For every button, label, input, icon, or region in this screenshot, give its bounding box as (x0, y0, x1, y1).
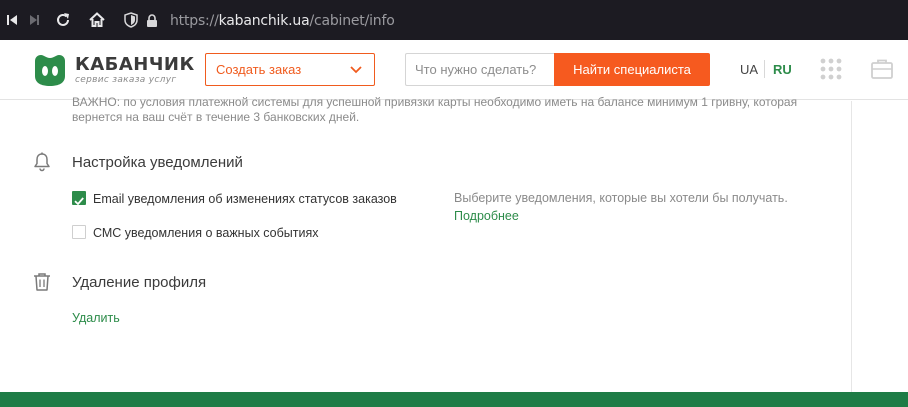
lock-icon[interactable] (146, 13, 158, 32)
logo-tagline: сервис заказа услуг (75, 74, 177, 85)
logo[interactable]: КАБАНЧИК сервис заказа услуг (32, 52, 195, 88)
card-binding-notice: ВАЖНО: по условия платежной системы для … (72, 95, 798, 124)
reload-icon[interactable] (53, 10, 73, 30)
url-text[interactable]: https://kabanchik.ua/cabinet/info (170, 13, 395, 29)
checkmark-icon (74, 197, 84, 206)
url-path: /cabinet/info (309, 13, 395, 29)
footer-bar (0, 392, 908, 407)
search-input[interactable] (405, 53, 555, 86)
logo-name: КАБАНЧИК (75, 53, 195, 75)
forward-icon[interactable] (24, 10, 44, 30)
notifications-hint: Выберите уведомления, которые вы хотели … (454, 191, 788, 205)
home-icon[interactable] (87, 10, 107, 30)
delete-profile-link[interactable]: Удалить (72, 311, 120, 325)
bell-icon (34, 152, 50, 172)
trash-icon (34, 273, 50, 291)
email-notifications-checkbox[interactable] (72, 191, 86, 206)
briefcase-icon[interactable] (870, 57, 894, 81)
url-host: kabanchik.ua (218, 13, 310, 29)
create-order-label: Создать заказ (216, 62, 302, 77)
lang-ua-link[interactable]: UA (740, 62, 758, 77)
site-header: КАБАНЧИК сервис заказа услуг Создать зак… (0, 40, 908, 100)
lang-divider (764, 60, 765, 78)
profile-settings-panel: ВАЖНО: по условия платежной системы для … (0, 95, 852, 392)
chevron-down-icon (350, 66, 362, 74)
create-order-dropdown[interactable]: Создать заказ (205, 53, 375, 86)
logo-mark-icon (35, 55, 65, 86)
sms-notifications-label[interactable]: СМС уведомления о важных событиях (93, 226, 319, 240)
url-security-icons (124, 12, 158, 32)
more-info-link[interactable]: Подробнее (454, 209, 519, 223)
sms-notifications-checkbox[interactable] (72, 225, 86, 239)
notifications-section-title: Настройка уведомлений (72, 154, 243, 171)
delete-profile-section-title: Удаление профиля (72, 274, 207, 291)
back-icon[interactable] (2, 10, 22, 30)
browser-toolbar: https://kabanchik.ua/cabinet/info (0, 0, 908, 40)
lang-ru-link[interactable]: RU (773, 62, 792, 77)
find-specialist-button[interactable]: Найти специалиста (554, 53, 710, 86)
apps-grid-icon[interactable] (820, 58, 842, 80)
shield-icon[interactable] (124, 12, 138, 32)
email-notifications-label[interactable]: Email уведомления об изменениях статусов… (93, 192, 397, 206)
url-prefix: https:// (170, 13, 219, 29)
